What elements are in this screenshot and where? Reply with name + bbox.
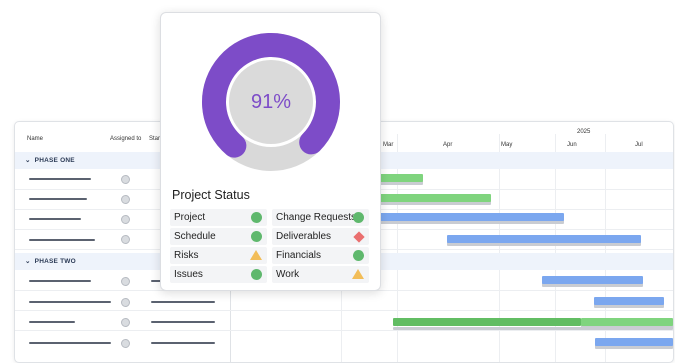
avatar[interactable] — [121, 175, 130, 184]
status-label: Issues — [174, 269, 203, 280]
avatar[interactable] — [121, 195, 130, 204]
card-title: Project Status — [172, 188, 250, 202]
status-item-financials[interactable]: Financials — [272, 247, 369, 264]
status-label: Financials — [276, 250, 322, 261]
task-name-placeholder[interactable] — [29, 280, 91, 282]
status-item-project[interactable]: Project — [170, 209, 267, 226]
avatar[interactable] — [121, 235, 130, 244]
month-may: May — [501, 142, 513, 148]
status-label: Schedule — [174, 231, 216, 242]
column-header-name[interactable]: Name — [27, 136, 43, 142]
row-divider — [15, 310, 673, 311]
phase-label: ⌄ PHASE TWO — [25, 258, 76, 265]
date-placeholder[interactable] — [151, 342, 215, 344]
gantt-bar[interactable] — [447, 235, 641, 243]
gantt-bar[interactable] — [595, 338, 673, 346]
gantt-baseline — [393, 327, 673, 330]
gantt-bar[interactable] — [379, 194, 491, 202]
green-circle-icon — [251, 231, 262, 242]
column-header-assigned[interactable]: Assigned to — [110, 136, 141, 142]
status-item-schedule[interactable]: Schedule — [170, 228, 267, 245]
status-label: Deliverables — [276, 231, 332, 242]
status-item-risks[interactable]: Risks — [170, 247, 267, 264]
gantt-bar[interactable] — [594, 297, 664, 305]
task-name-placeholder[interactable] — [29, 218, 81, 220]
task-name-placeholder[interactable] — [29, 321, 75, 323]
month-jun: Jun — [567, 142, 577, 148]
status-label: Risks — [174, 250, 199, 261]
task-name-placeholder[interactable] — [29, 239, 95, 241]
task-name-placeholder[interactable] — [29, 178, 91, 180]
project-status-card: 91% Project Status Project Change Reques… — [160, 12, 381, 291]
status-item-work[interactable]: Work — [272, 266, 369, 283]
gantt-bar[interactable] — [542, 276, 643, 284]
date-placeholder[interactable] — [151, 321, 215, 323]
row-divider — [15, 330, 673, 331]
green-circle-icon — [353, 250, 364, 261]
green-circle-icon — [353, 212, 364, 223]
warning-triangle-icon — [352, 269, 364, 279]
gantt-bar[interactable] — [393, 318, 581, 326]
month-apr: Apr — [443, 142, 453, 148]
phase-label: ⌄ PHASE ONE — [25, 157, 75, 164]
green-circle-icon — [251, 269, 262, 280]
task-name-placeholder[interactable] — [29, 198, 87, 200]
date-placeholder[interactable] — [151, 301, 215, 303]
percent-complete-label: 91% — [250, 90, 292, 113]
avatar[interactable] — [121, 298, 130, 307]
status-item-deliverables[interactable]: Deliverables — [272, 228, 369, 245]
status-item-issues[interactable]: Issues — [170, 266, 267, 283]
timeline-year: 2025 — [577, 129, 591, 135]
avatar[interactable] — [121, 277, 130, 286]
status-label: Work — [276, 269, 300, 280]
gantt-bar[interactable] — [379, 174, 423, 182]
red-diamond-icon — [352, 230, 365, 243]
status-label: Change Requests — [276, 212, 357, 223]
task-name-placeholder[interactable] — [29, 342, 111, 344]
status-label: Project — [174, 212, 206, 223]
green-circle-icon — [251, 212, 262, 223]
avatar[interactable] — [121, 339, 130, 348]
gantt-bar[interactable] — [379, 213, 564, 221]
status-item-change-requests[interactable]: Change Requests — [272, 209, 369, 226]
month-jul: Jul — [635, 142, 643, 148]
task-name-placeholder[interactable] — [29, 301, 111, 303]
avatar[interactable] — [121, 318, 130, 327]
month-mar: Mar — [383, 142, 394, 148]
avatar[interactable] — [121, 215, 130, 224]
warning-triangle-icon — [250, 250, 262, 260]
gantt-bar[interactable] — [581, 318, 673, 326]
